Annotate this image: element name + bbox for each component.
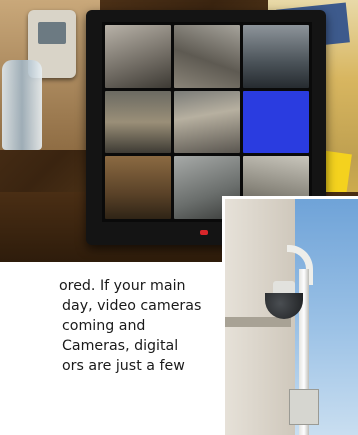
monitor-screen [102,22,312,222]
paragraph-line: day, video cameras [62,298,202,314]
article-paragraph: ored. If your main day, video cameras co… [0,262,220,435]
junction-box [289,389,319,425]
camera-feed-tile [243,25,309,88]
camera-feed-tile [105,25,171,88]
water-bottle [2,60,42,150]
paragraph-line: Cameras, digital [62,338,179,354]
dome-camera-photo [222,196,358,435]
camera-feed-tile [174,90,240,154]
power-led-icon [200,230,208,235]
paragraph-line: ored. If your main [59,278,186,294]
camera-feed-tile [105,156,171,219]
camera-feed-tile-blue [243,90,309,154]
paragraph-line: ors are just a few [62,358,185,374]
paragraph-line: coming and [62,318,146,334]
camera-feed-tile [105,90,171,154]
camera-feed-tile [174,25,240,88]
